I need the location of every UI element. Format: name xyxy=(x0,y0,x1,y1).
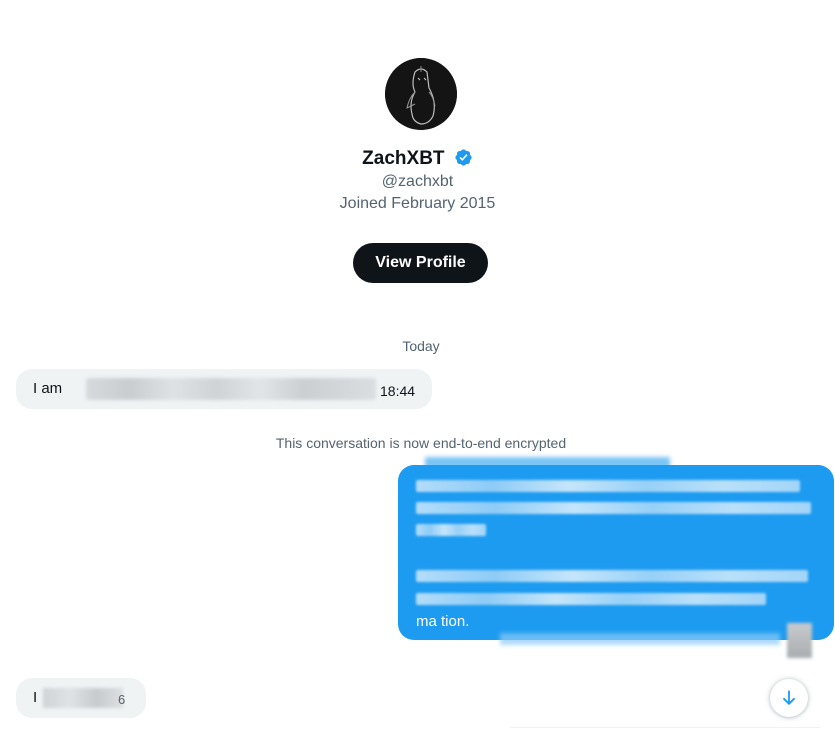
incoming-message[interactable]: I am 18:44 xyxy=(16,369,432,409)
profile-handle: @zachxbt xyxy=(381,173,454,190)
profile-name-row: ZachXBT xyxy=(0,147,835,171)
message-text: I am xyxy=(33,380,63,397)
redacted-text xyxy=(416,570,808,582)
dm-conversation-page: ZachXBT @zachxbt Joined February 2015 Vi… xyxy=(0,0,835,730)
message-text-fragment: ma tion. xyxy=(416,613,470,630)
redacted-text xyxy=(86,378,376,400)
day-separator: Today xyxy=(402,338,440,354)
divider xyxy=(510,727,820,728)
verified-badge-icon xyxy=(455,149,472,166)
profile-name: ZachXBT xyxy=(362,148,445,169)
profile-avatar[interactable] xyxy=(385,58,457,130)
message-text-fragment: 6 xyxy=(118,692,126,707)
profile-joined-date: Joined February 2015 xyxy=(339,195,496,212)
redacted-text xyxy=(416,502,811,514)
arrow-down-icon xyxy=(783,690,795,705)
incoming-message[interactable]: I 6 xyxy=(16,678,146,718)
redacted-text xyxy=(416,593,766,605)
view-profile-button[interactable]: View Profile xyxy=(353,243,488,283)
penguin-avatar-icon xyxy=(385,58,457,130)
redacted-message-status xyxy=(787,623,812,658)
redacted-text xyxy=(416,480,800,492)
redaction-smudge xyxy=(500,633,780,645)
redacted-text xyxy=(416,524,486,536)
encryption-notice: This conversation is now end-to-end encr… xyxy=(275,435,567,451)
message-text: I xyxy=(33,689,38,706)
scroll-to-bottom-button[interactable] xyxy=(770,679,808,717)
message-timestamp: 18:44 xyxy=(380,383,416,399)
redacted-text xyxy=(43,688,123,708)
outgoing-message[interactable]: ma tion. xyxy=(398,465,834,640)
